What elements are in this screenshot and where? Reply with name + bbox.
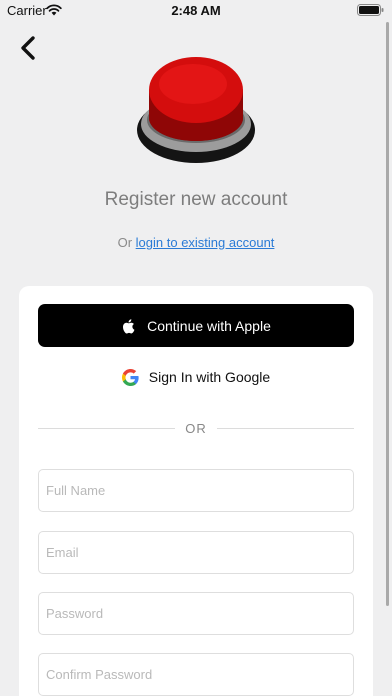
- login-existing-link[interactable]: login to existing account: [136, 235, 275, 250]
- divider-line-right: [217, 428, 354, 429]
- red-button-icon: [137, 57, 255, 163]
- google-button-label: Sign In with Google: [148, 369, 271, 385]
- google-icon: [121, 368, 139, 386]
- register-card: Continue with Apple Sign In with Google …: [19, 286, 373, 696]
- login-prompt: Or login to existing account: [0, 235, 392, 250]
- full-name-field[interactable]: [38, 469, 354, 512]
- battery-icon: [357, 4, 384, 16]
- login-prefix: Or: [117, 235, 133, 250]
- sign-in-with-google-button[interactable]: Sign In with Google: [38, 357, 354, 397]
- confirm-password-field[interactable]: [38, 653, 354, 696]
- continue-with-apple-button[interactable]: Continue with Apple: [38, 304, 354, 347]
- page-title: Register new account: [104, 189, 288, 210]
- password-field[interactable]: [38, 592, 354, 635]
- clock-time: 2:48 AM: [171, 3, 221, 18]
- app-logo: [133, 50, 259, 168]
- chevron-left-icon: [21, 36, 35, 60]
- apple-button-label: Continue with Apple: [147, 317, 271, 334]
- register-screen: Carrier 2:48 AM Register new account Or …: [0, 0, 392, 696]
- scrollbar[interactable]: [386, 22, 389, 606]
- status-bar: Carrier 2:48 AM: [0, 0, 392, 22]
- back-button[interactable]: [14, 32, 44, 64]
- email-field[interactable]: [38, 531, 354, 574]
- or-divider: OR: [38, 418, 354, 438]
- apple-icon: [123, 318, 135, 333]
